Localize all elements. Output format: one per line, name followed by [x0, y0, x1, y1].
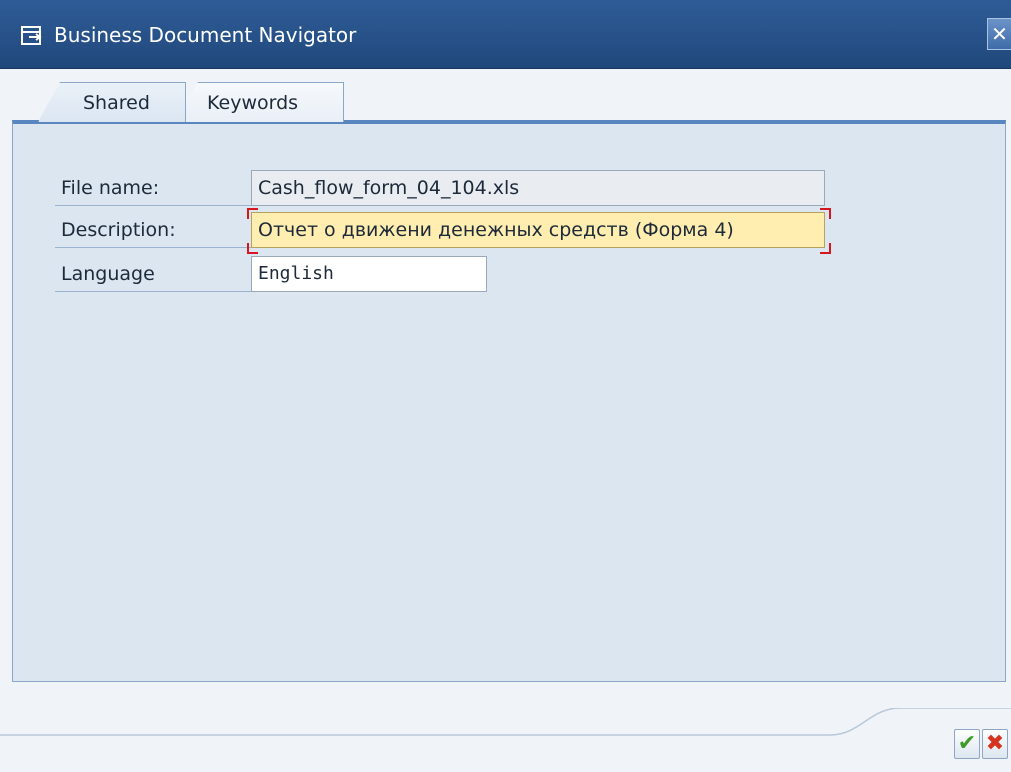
file-name-field[interactable]: Cash_flow_form_04_104.xls [251, 170, 825, 206]
close-button[interactable]: ✕ [987, 18, 1011, 50]
tab-keywords-label: Keywords [207, 92, 299, 114]
footer-divider [0, 708, 1011, 736]
tab-shared[interactable]: Shared [38, 82, 186, 122]
title-bar: Business Document Navigator ✕ [0, 0, 1011, 69]
language-input[interactable]: English [251, 256, 487, 292]
shared-tab-panel: File name: Cash_flow_form_04_104.xls Des… [12, 120, 1006, 682]
document-navigator-icon [21, 26, 42, 45]
description-label: Description: [55, 212, 253, 248]
file-name-label: File name: [55, 170, 253, 206]
ok-button[interactable]: ✔ [954, 729, 980, 759]
tab-shared-label: Shared [83, 92, 150, 114]
window-title: Business Document Navigator [54, 23, 357, 47]
description-input[interactable]: Отчет о движени денежных средств (Форма … [251, 212, 825, 248]
language-label: Language [55, 256, 253, 292]
cancel-button[interactable]: ✖ [982, 729, 1008, 759]
tab-keywords[interactable]: Keywords [176, 82, 344, 122]
